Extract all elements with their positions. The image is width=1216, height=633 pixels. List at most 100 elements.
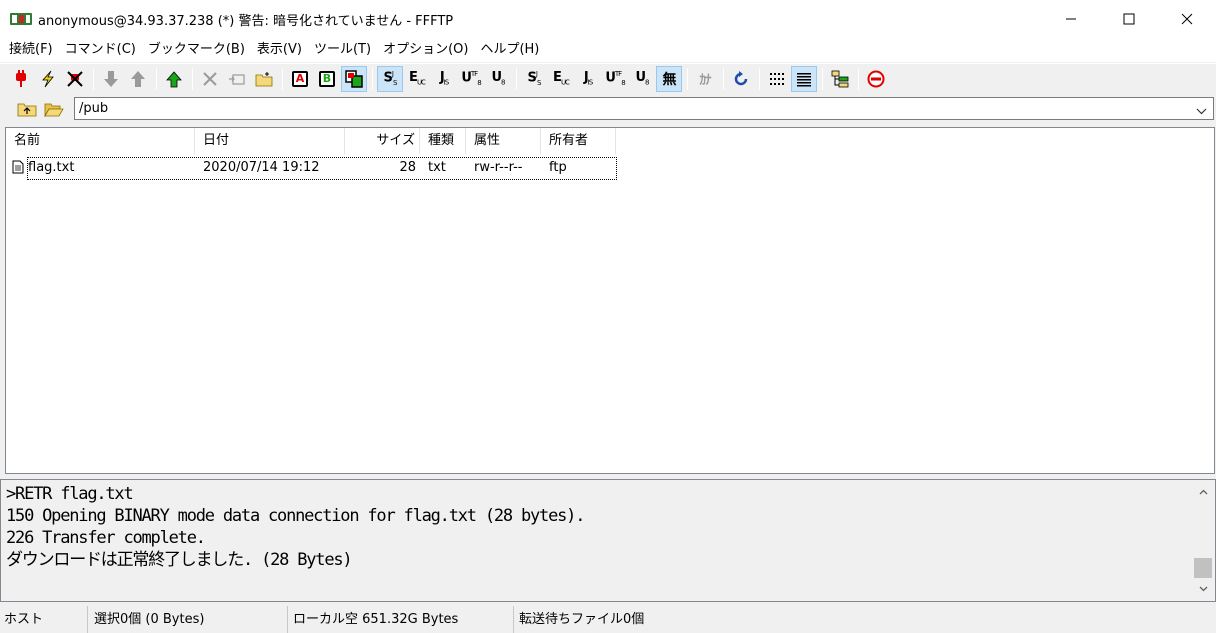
toolbar-separator: [822, 67, 823, 90]
column-header-date[interactable]: 日付: [195, 128, 345, 154]
remote-path-combobox[interactable]: /pub: [74, 97, 1214, 120]
toolbar-separator: [156, 67, 157, 90]
menu-connect[interactable]: 接続(F): [3, 38, 59, 62]
log-scrollbar[interactable]: [1193, 482, 1213, 599]
log-line: >RETR flag.txt: [6, 484, 134, 504]
utf8bom-icon: U8: [635, 70, 649, 87]
no-conversion-icon: 無: [662, 71, 677, 88]
menu-bookmark[interactable]: ブックマーク(B): [142, 38, 251, 62]
quick-connect-button[interactable]: [35, 66, 61, 92]
list-header: 名前 日付 サイズ 種類 属性 所有者: [6, 128, 1214, 154]
remote-file-list[interactable]: 名前 日付 サイズ 種類 属性 所有者 flag.txt 2020/07/14 …: [5, 127, 1215, 474]
column-header-type[interactable]: 種類: [420, 128, 466, 154]
tree-view-icon: [831, 70, 849, 87]
kana-icon: ｶﾅ: [699, 73, 712, 88]
close-button[interactable]: [1158, 0, 1216, 38]
maximize-icon: [1123, 13, 1135, 25]
menu-help[interactable]: ヘルプ(H): [474, 38, 545, 62]
open-folder-button[interactable]: [41, 96, 67, 122]
utf8n-icon: UTF8: [605, 70, 626, 87]
download-button[interactable]: [98, 66, 124, 92]
refresh-icon: [734, 70, 748, 85]
scroll-up-button[interactable]: [1193, 482, 1213, 502]
list-view-button[interactable]: [764, 66, 790, 92]
auto-mode-button[interactable]: [341, 65, 367, 92]
toolbar-separator: [282, 67, 283, 90]
sjis-icon: SJS: [383, 70, 398, 87]
abort-button[interactable]: [863, 66, 889, 92]
local-kanji-euc-button[interactable]: EUC: [548, 66, 574, 92]
toolbar-separator: [372, 67, 373, 90]
local-kanji-utf8bom-button[interactable]: U8: [629, 66, 655, 92]
detail-view-button[interactable]: [791, 65, 817, 92]
menu-bar: 接続(F) コマンド(C) ブックマーク(B) 表示(V) ツール(T) オプシ…: [0, 38, 1216, 62]
upload-button[interactable]: [125, 66, 151, 92]
toolbar-separator: [858, 67, 859, 90]
menu-tools[interactable]: ツール(T): [308, 38, 377, 62]
local-kanji-jis-button[interactable]: JIS: [575, 66, 601, 92]
disconnect-button[interactable]: [62, 66, 88, 92]
host-kanji-utf8bom-button[interactable]: U8: [485, 66, 511, 92]
binary-mode-icon: B: [319, 70, 335, 87]
lightning-icon: [42, 70, 54, 87]
ascii-mode-icon: A: [292, 70, 308, 87]
column-header-name[interactable]: 名前: [6, 128, 195, 154]
delete-x-icon: [203, 71, 217, 86]
host-kanji-jis-button[interactable]: JIS: [431, 66, 457, 92]
menu-command[interactable]: コマンド(C): [59, 38, 142, 62]
refresh-button[interactable]: [728, 66, 754, 92]
column-header-size[interactable]: サイズ: [345, 128, 420, 154]
rename-button[interactable]: [224, 66, 250, 92]
arrow-down-icon: [104, 70, 118, 87]
chevron-down-icon: [1199, 586, 1207, 592]
dir-tree-button[interactable]: [827, 66, 853, 92]
local-kanji-sjis-button[interactable]: SJS: [521, 66, 547, 92]
status-selection: 選択0個 (0 Bytes): [88, 606, 288, 633]
mirror-upload-button[interactable]: [161, 66, 187, 92]
auto-mode-icon: [345, 69, 363, 88]
menu-options[interactable]: オプション(O): [377, 38, 474, 62]
message-log[interactable]: >RETR flag.txt 150 Opening BINARY mode d…: [0, 479, 1216, 602]
scroll-thumb[interactable]: [1194, 558, 1212, 578]
green-arrow-up-icon: [166, 70, 182, 87]
menu-view[interactable]: 表示(V): [251, 38, 308, 62]
delete-button[interactable]: [197, 66, 223, 92]
status-local-free: ローカル空 651.32G Bytes: [288, 606, 514, 633]
column-header-attr[interactable]: 属性: [466, 128, 541, 154]
euc-icon: EUC: [409, 70, 426, 87]
scroll-down-button[interactable]: [1193, 579, 1213, 599]
column-header-owner[interactable]: 所有者: [541, 128, 616, 154]
status-host: ホスト: [0, 606, 88, 633]
stop-icon: [867, 70, 885, 87]
sjis-icon: SJS: [527, 70, 542, 87]
toolbar-separator: [93, 67, 94, 90]
rename-icon: [229, 73, 245, 85]
log-line: ダウンロードは正常終了しました. (28 Bytes): [6, 550, 353, 570]
ascii-mode-button[interactable]: A: [287, 66, 313, 92]
minimize-button[interactable]: [1042, 0, 1100, 38]
chevron-down-icon[interactable]: [1196, 101, 1207, 122]
host-kanji-sjis-button[interactable]: SJS: [377, 65, 403, 92]
make-directory-button[interactable]: [251, 66, 277, 92]
detail-view-icon: [797, 72, 811, 86]
path-bar: /pub: [0, 96, 1216, 122]
connect-button[interactable]: [8, 66, 34, 92]
host-kanji-euc-button[interactable]: EUC: [404, 66, 430, 92]
toolbar-separator: [687, 67, 688, 90]
no-conversion-button[interactable]: 無: [656, 65, 682, 92]
maximize-button[interactable]: [1100, 0, 1158, 38]
parent-folder-button[interactable]: [14, 96, 40, 122]
window-title: anonymous@34.93.37.238 (*) 警告: 暗号化されていませ…: [38, 13, 454, 29]
utf8n-icon: UTF8: [461, 70, 482, 87]
list-view-icon: [770, 72, 784, 85]
local-kanji-utf8n-button[interactable]: UTF8: [602, 66, 628, 92]
kana-conversion-button[interactable]: ｶﾅ: [692, 66, 718, 92]
plug-connect-icon: [16, 69, 26, 87]
minimize-icon: [1066, 18, 1076, 20]
plug-disconnect-icon: [67, 70, 83, 87]
host-kanji-utf8n-button[interactable]: UTF8: [458, 66, 484, 92]
status-transfer-queue: 転送待ちファイル0個: [519, 612, 645, 627]
close-icon: [1181, 13, 1193, 25]
binary-mode-button[interactable]: B: [314, 66, 340, 92]
toolbar-separator: [516, 67, 517, 90]
